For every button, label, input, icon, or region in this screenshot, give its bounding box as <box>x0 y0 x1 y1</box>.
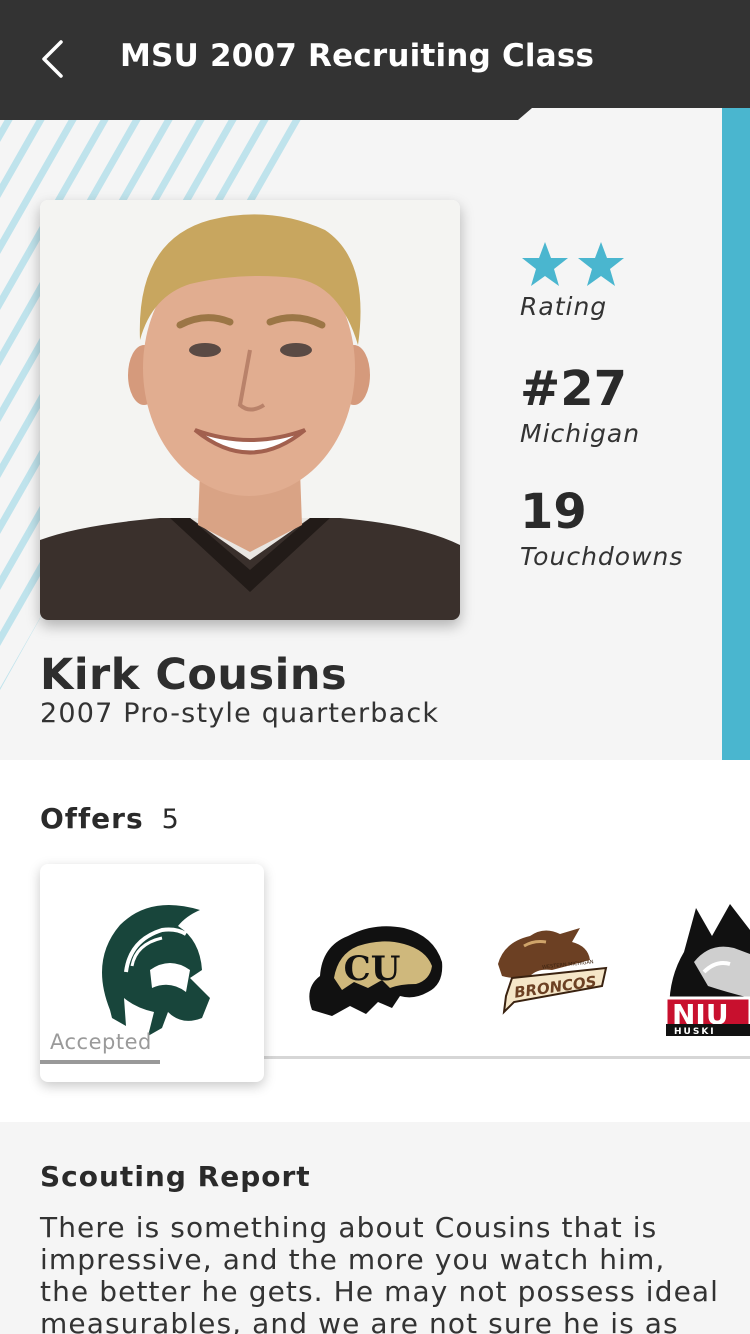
offers-header: Offers 5 <box>40 802 179 835</box>
touchdowns-value: 19 <box>520 484 587 540</box>
chevron-left-icon <box>42 40 63 78</box>
offer-logo-niu[interactable]: NIU HUSKI <box>664 902 750 1040</box>
bronco-horse-icon: BRONCOS WESTERN MICHIGAN <box>498 928 608 1015</box>
spartan-helmet-icon <box>102 905 210 1036</box>
app-header: MSU 2007 Recruiting Class <box>0 0 750 120</box>
player-photo <box>40 200 460 620</box>
svg-text:HUSKI: HUSKI <box>674 1027 716 1036</box>
touchdowns-label: Touchdowns <box>520 542 684 571</box>
offer-logo-colorado[interactable]: CU <box>304 918 444 1022</box>
back-button[interactable] <box>30 36 74 82</box>
offer-status-accepted: Accepted <box>50 1030 152 1054</box>
rating-stars <box>520 236 720 292</box>
offers-section: Offers 5 Accepted CU BRONCOS WESTERN MIC… <box>0 760 750 1122</box>
offer-logo-western-michigan[interactable]: BRONCOS WESTERN MICHIGAN <box>494 924 614 1020</box>
player-position: 2007 Pro-style quarterback <box>40 698 440 729</box>
offers-divider <box>260 1056 750 1059</box>
offers-count: 5 <box>161 804 179 835</box>
offers-title: Offers <box>40 802 144 835</box>
state-rank-label: Michigan <box>520 419 641 448</box>
husky-icon: NIU HUSKI <box>664 904 750 1037</box>
scouting-report-text: There is something about Cousins that is… <box>40 1211 720 1334</box>
player-name: Kirk Cousins <box>40 650 348 700</box>
buffalo-cu-icon: CU <box>309 926 443 1016</box>
offer-selected-indicator <box>40 1060 160 1064</box>
scouting-report-title: Scouting Report <box>40 1160 311 1193</box>
state-rank-value: #27 <box>520 361 628 417</box>
rating-label: Rating <box>520 292 608 321</box>
player-portrait-image <box>40 200 460 620</box>
svg-text:CU: CU <box>344 949 401 989</box>
scouting-report-section: Scouting Report There is something about… <box>0 1122 750 1334</box>
offer-card-msu[interactable]: Accepted <box>40 864 264 1082</box>
accent-strip <box>722 100 750 760</box>
player-stats: Rating #27 Michigan 19 Touchdowns <box>520 236 720 571</box>
star-icon <box>522 242 568 286</box>
star-icon <box>578 242 624 286</box>
page-title: MSU 2007 Recruiting Class <box>120 38 595 74</box>
